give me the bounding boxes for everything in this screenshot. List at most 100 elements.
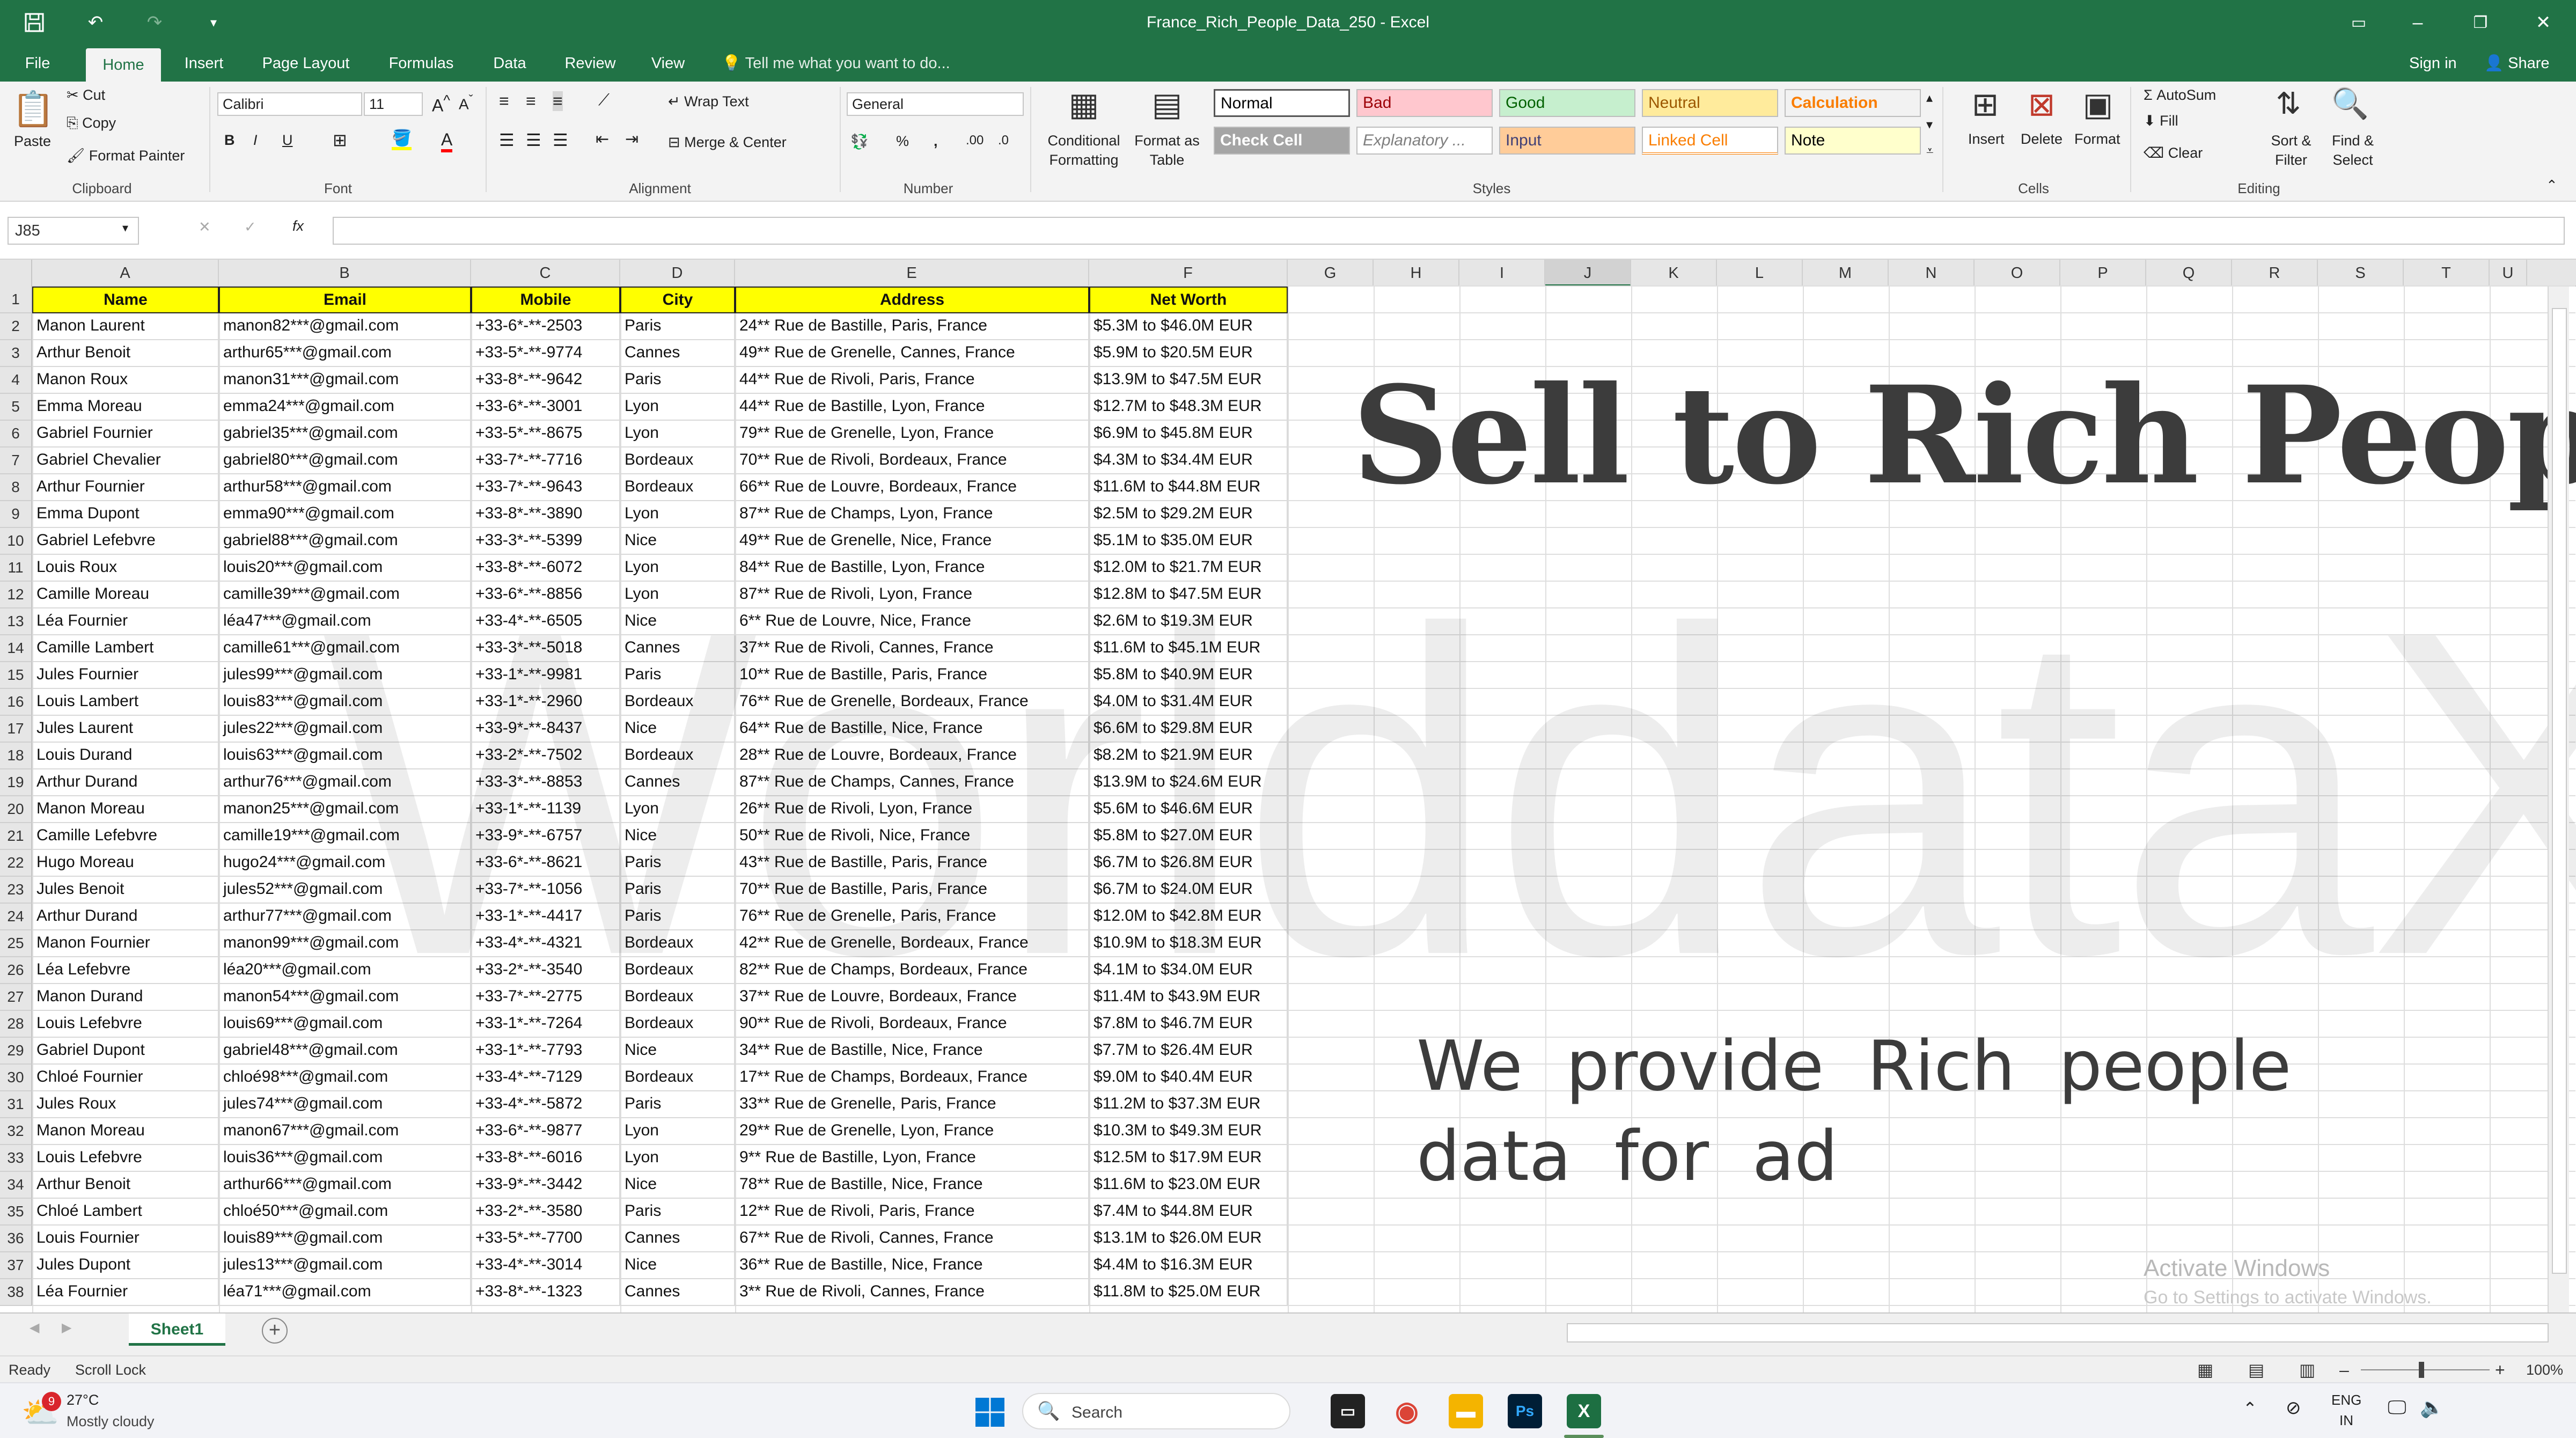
- currency-icon[interactable]: 💱: [850, 133, 869, 150]
- table-cell[interactable]: Arthur Fournier: [32, 474, 219, 501]
- table-cell[interactable]: $12.0M to $42.8M EUR: [1089, 904, 1288, 930]
- table-header-cell[interactable]: Address: [735, 287, 1089, 313]
- table-cell[interactable]: Paris: [620, 313, 735, 340]
- conditional-formatting-icon[interactable]: ▦: [1060, 86, 1108, 123]
- table-cell[interactable]: Jules Laurent: [32, 716, 219, 743]
- column-header[interactable]: H: [1374, 260, 1459, 287]
- table-cell[interactable]: Bordeaux: [620, 743, 735, 769]
- wrap-text-button[interactable]: ↵ Wrap Text: [668, 93, 749, 110]
- zoom-in-icon[interactable]: +: [2495, 1356, 2505, 1383]
- format-cells-button[interactable]: Format: [2074, 131, 2120, 148]
- row-header[interactable]: 13: [0, 608, 32, 635]
- table-cell[interactable]: 76** Rue de Grenelle, Bordeaux, France: [735, 689, 1089, 716]
- table-cell[interactable]: Nice: [620, 608, 735, 635]
- format-cells-icon[interactable]: ▣: [2076, 86, 2119, 123]
- row-header[interactable]: 31: [0, 1091, 32, 1118]
- taskbar-search[interactable]: 🔍 Search: [1022, 1393, 1290, 1429]
- table-cell[interactable]: Cannes: [620, 635, 735, 662]
- table-cell[interactable]: Chloé Lambert: [32, 1199, 219, 1226]
- row-header[interactable]: 15: [0, 662, 32, 689]
- tab-insert[interactable]: Insert: [172, 45, 236, 82]
- task-view-icon[interactable]: ▭: [1331, 1394, 1365, 1428]
- table-cell[interactable]: $11.8M to $25.0M EUR: [1089, 1279, 1288, 1306]
- table-cell[interactable]: manon82***@gmail.com: [219, 313, 471, 340]
- table-cell[interactable]: léa20***@gmail.com: [219, 957, 471, 984]
- font-name-select[interactable]: Calibri: [217, 92, 362, 116]
- table-cell[interactable]: Paris: [620, 1091, 735, 1118]
- tab-formulas[interactable]: Formulas: [376, 45, 467, 82]
- table-cell[interactable]: +33-8*-**-9642: [471, 367, 620, 394]
- table-cell[interactable]: +33-2*-**-3580: [471, 1199, 620, 1226]
- table-cell[interactable]: Jules Roux: [32, 1091, 219, 1118]
- table-cell[interactable]: 67** Rue de Rivoli, Cannes, France: [735, 1226, 1089, 1252]
- table-cell[interactable]: Emma Moreau: [32, 394, 219, 421]
- table-cell[interactable]: Camille Lambert: [32, 635, 219, 662]
- table-cell[interactable]: 70** Rue de Bastille, Paris, France: [735, 877, 1089, 904]
- formula-input[interactable]: [333, 217, 2565, 245]
- styles-more-icon[interactable]: ⩡: [1926, 144, 1934, 159]
- tell-me-search[interactable]: 💡 Tell me what you want to do...: [722, 45, 950, 82]
- table-cell[interactable]: $11.6M to $44.8M EUR: [1089, 474, 1288, 501]
- table-cell[interactable]: 9** Rue de Bastille, Lyon, France: [735, 1145, 1089, 1172]
- table-cell[interactable]: Louis Lefebvre: [32, 1011, 219, 1038]
- table-cell[interactable]: Paris: [620, 1199, 735, 1226]
- share-button[interactable]: 👤 Share: [2484, 45, 2550, 82]
- table-cell[interactable]: +33-4*-**-7129: [471, 1065, 620, 1091]
- table-cell[interactable]: $4.0M to $31.4M EUR: [1089, 689, 1288, 716]
- table-cell[interactable]: Louis Lambert: [32, 689, 219, 716]
- table-cell[interactable]: jules22***@gmail.com: [219, 716, 471, 743]
- tab-data[interactable]: Data: [480, 45, 539, 82]
- table-cell[interactable]: Manon Moreau: [32, 796, 219, 823]
- table-cell[interactable]: arthur65***@gmail.com: [219, 340, 471, 367]
- table-cell[interactable]: Gabriel Chevalier: [32, 447, 219, 474]
- table-cell[interactable]: arthur77***@gmail.com: [219, 904, 471, 930]
- table-cell[interactable]: Gabriel Lefebvre: [32, 528, 219, 555]
- photoshop-icon[interactable]: Ps: [1508, 1394, 1542, 1428]
- table-cell[interactable]: Manon Durand: [32, 984, 219, 1011]
- copy-button[interactable]: ⎘ Copy: [67, 115, 116, 132]
- column-header[interactable]: N: [1889, 260, 1975, 287]
- row-header[interactable]: 17: [0, 716, 32, 743]
- table-cell[interactable]: Jules Fournier: [32, 662, 219, 689]
- table-cell[interactable]: $2.6M to $19.3M EUR: [1089, 608, 1288, 635]
- table-cell[interactable]: louis83***@gmail.com: [219, 689, 471, 716]
- table-cell[interactable]: $11.6M to $23.0M EUR: [1089, 1172, 1288, 1199]
- row-header[interactable]: 9: [0, 501, 32, 528]
- table-cell[interactable]: Bordeaux: [620, 1011, 735, 1038]
- table-cell[interactable]: $10.3M to $49.3M EUR: [1089, 1118, 1288, 1145]
- sort-filter-icon[interactable]: ⇅: [2267, 86, 2310, 121]
- table-cell[interactable]: 36** Rue de Bastille, Nice, France: [735, 1252, 1089, 1279]
- language-secondary[interactable]: IN: [2339, 1412, 2353, 1429]
- column-header[interactable]: K: [1631, 260, 1717, 287]
- select-all-corner[interactable]: [0, 260, 32, 287]
- table-cell[interactable]: 64** Rue de Bastille, Nice, France: [735, 716, 1089, 743]
- table-cell[interactable]: $2.5M to $29.2M EUR: [1089, 501, 1288, 528]
- table-cell[interactable]: +33-6*-**-3001: [471, 394, 620, 421]
- tray-chevron-icon[interactable]: ⌃: [2243, 1398, 2257, 1419]
- table-header-cell[interactable]: City: [620, 287, 735, 313]
- table-cell[interactable]: $12.8M to $47.5M EUR: [1089, 582, 1288, 608]
- fill-color-icon[interactable]: 🪣: [392, 129, 412, 150]
- row-header[interactable]: 22: [0, 850, 32, 877]
- table-cell[interactable]: Bordeaux: [620, 984, 735, 1011]
- fill-button[interactable]: ⬇ Fill: [2144, 113, 2178, 129]
- table-cell[interactable]: +33-8*-**-3890: [471, 501, 620, 528]
- table-cell[interactable]: Arthur Benoit: [32, 1172, 219, 1199]
- column-header[interactable]: G: [1288, 260, 1374, 287]
- table-cell[interactable]: +33-8*-**-1323: [471, 1279, 620, 1306]
- table-cell[interactable]: jules74***@gmail.com: [219, 1091, 471, 1118]
- increase-decimal-icon[interactable]: .00: [966, 133, 984, 148]
- table-cell[interactable]: $5.1M to $35.0M EUR: [1089, 528, 1288, 555]
- table-cell[interactable]: 37** Rue de Louvre, Bordeaux, France: [735, 984, 1089, 1011]
- table-cell[interactable]: 87** Rue de Champs, Lyon, France: [735, 501, 1089, 528]
- table-cell[interactable]: +33-9*-**-8437: [471, 716, 620, 743]
- table-cell[interactable]: 6** Rue de Louvre, Nice, France: [735, 608, 1089, 635]
- table-cell[interactable]: Léa Fournier: [32, 608, 219, 635]
- cell-style-option[interactable]: Normal: [1214, 89, 1350, 117]
- table-cell[interactable]: 50** Rue de Rivoli, Nice, France: [735, 823, 1089, 850]
- confirm-entry-icon[interactable]: ✓: [244, 219, 256, 236]
- table-cell[interactable]: 34** Rue de Bastille, Nice, France: [735, 1038, 1089, 1065]
- table-cell[interactable]: $4.3M to $34.4M EUR: [1089, 447, 1288, 474]
- table-cell[interactable]: 28** Rue de Louvre, Bordeaux, France: [735, 743, 1089, 769]
- table-cell[interactable]: Paris: [620, 367, 735, 394]
